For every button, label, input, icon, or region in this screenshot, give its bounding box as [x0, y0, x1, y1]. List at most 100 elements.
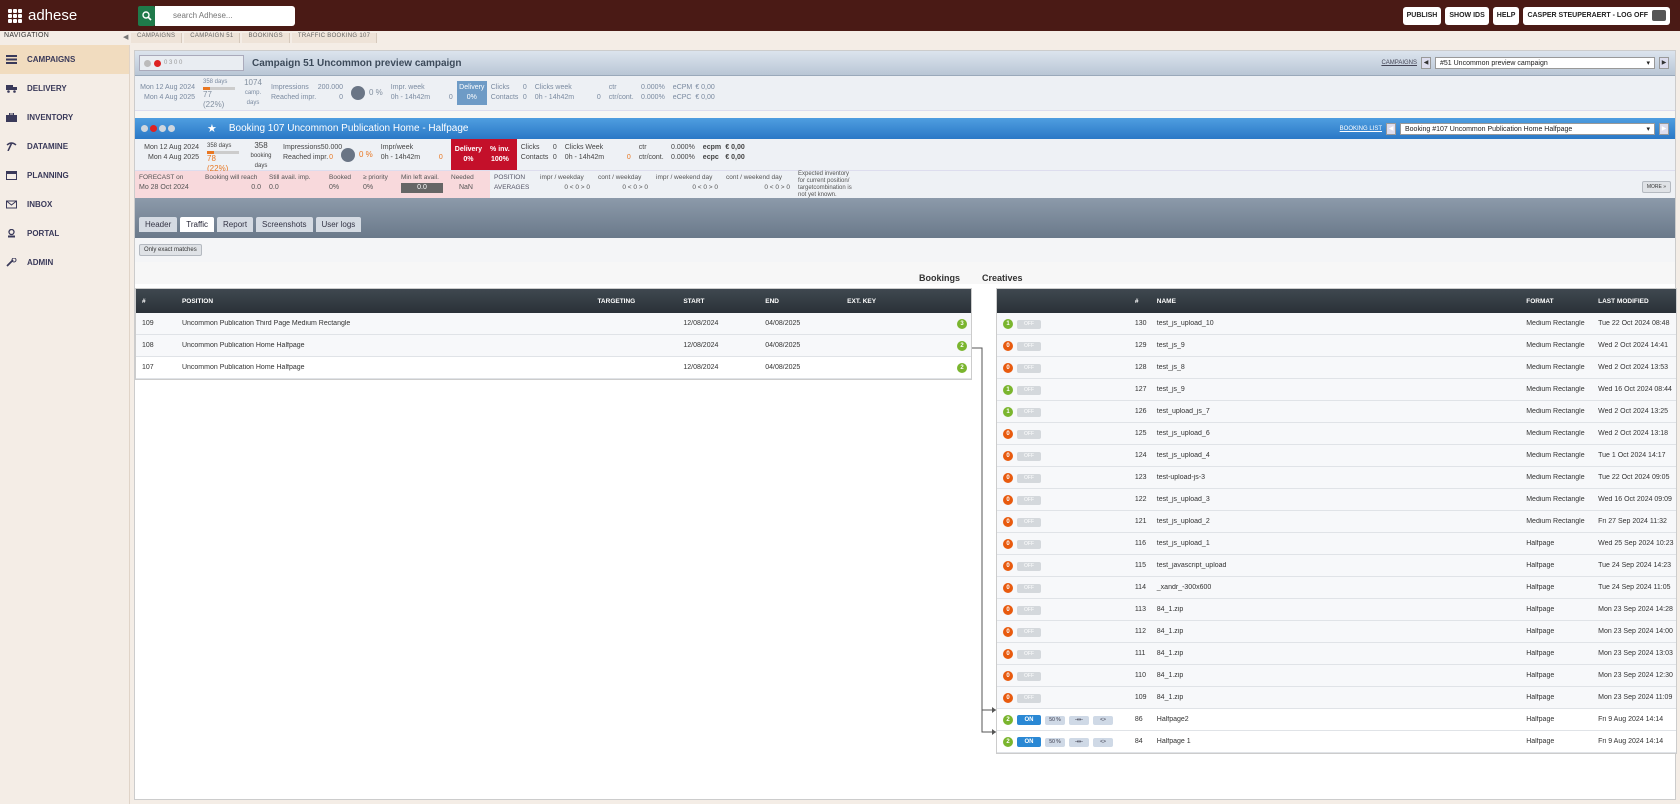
table-row[interactable]: 0 OFF 122 test_js_upload_3 Medium Rectangle W…: [997, 489, 1676, 511]
tab-screenshots[interactable]: Screenshots: [256, 216, 313, 232]
show-ids-button[interactable]: SHOW IDS: [1445, 7, 1489, 25]
next-campaign-button[interactable]: ▶: [1659, 57, 1669, 69]
on-off-toggle[interactable]: OFF: [1017, 671, 1041, 681]
tab-header[interactable]: Header: [139, 216, 178, 232]
col-name[interactable]: NAME: [1151, 298, 1520, 305]
on-off-toggle[interactable]: OFF: [1017, 341, 1041, 351]
tab-traffic[interactable]: Traffic: [180, 216, 215, 232]
search-button[interactable]: [138, 5, 155, 26]
table-row[interactable]: 0 OFF 123 test-upload-js-3 Medium Rectangle T…: [997, 467, 1676, 489]
col-start[interactable]: START: [677, 298, 759, 305]
collapse-nav-icon[interactable]: ◀: [123, 33, 128, 41]
more-button[interactable]: MORE »: [1641, 181, 1671, 193]
exact-matches-toggle[interactable]: Only exact matches: [139, 244, 202, 256]
on-off-toggle[interactable]: OFF: [1017, 539, 1041, 549]
publish-button[interactable]: PUBLISH: [1402, 7, 1442, 25]
col-targeting[interactable]: TARGETING: [591, 298, 677, 305]
code-icon[interactable]: <>: [1093, 737, 1113, 747]
table-row[interactable]: 0 OFF 114 _xandr_-300x600 Halfpage Tue 24 Sep…: [997, 577, 1676, 599]
on-off-toggle[interactable]: OFF: [1017, 319, 1041, 329]
on-off-toggle[interactable]: OFF: [1017, 451, 1041, 461]
col-id[interactable]: #: [136, 298, 176, 305]
table-row[interactable]: 1 OFF 130 test_js_upload_10 Medium Rectangle…: [997, 313, 1676, 335]
prev-booking-button[interactable]: ◀: [1386, 122, 1396, 135]
on-off-toggle[interactable]: OFF: [1017, 649, 1041, 659]
col-last-modified[interactable]: LAST MODIFIED: [1592, 298, 1676, 305]
weight-button[interactable]: 50 %: [1045, 737, 1065, 747]
table-row[interactable]: 0 OFF 110 84_1.zip Halfpage Mon 23 Sep 2024 1…: [997, 665, 1676, 687]
help-button[interactable]: HELP: [1492, 7, 1520, 25]
booking-select[interactable]: Booking #107 Uncommon Publication Home H…: [1400, 122, 1655, 135]
on-off-toggle[interactable]: OFF: [1017, 517, 1041, 527]
campaign-select[interactable]: #51 Uncommon preview campaign ▾: [1435, 57, 1655, 69]
col-id[interactable]: #: [1129, 298, 1151, 305]
table-row[interactable]: 0 OFF 124 test_js_upload_4 Medium Rectangle T…: [997, 445, 1676, 467]
nav-item-admin[interactable]: ADMIN: [0, 248, 129, 277]
prev-campaign-button[interactable]: ◀: [1421, 57, 1431, 69]
code-icon[interactable]: <>: [1093, 715, 1113, 725]
booking-list-link[interactable]: BOOKING LIST: [1340, 126, 1382, 132]
campaign-controls[interactable]: 0 3 0 0: [139, 55, 244, 71]
table-row[interactable]: 0 OFF 111 84_1.zip Halfpage Mon 23 Sep 2024 1…: [997, 643, 1676, 665]
table-row[interactable]: 0 OFF 129 test_js_9 Medium Rectangle Wed 2 Oc…: [997, 335, 1676, 357]
nav-item-planning[interactable]: PLANNING: [0, 161, 129, 190]
table-row[interactable]: 1 OFF 127 test_js_9 Medium Rectangle Wed 16 O…: [997, 379, 1676, 401]
weight-button[interactable]: 50 %: [1045, 715, 1065, 725]
on-off-toggle[interactable]: OFF: [1017, 495, 1041, 505]
on-off-toggle[interactable]: ON: [1017, 736, 1041, 747]
table-row[interactable]: 2 ON 50 % ⇥⇤ <> 84 Halfpage 1 Halfpage Fri 9 Aug…: [997, 731, 1676, 753]
booking-controls[interactable]: [141, 125, 175, 132]
nav-item-portal[interactable]: PORTAL: [0, 219, 129, 248]
tab-bar: Header Traffic Report Screenshots User l…: [135, 198, 1675, 238]
table-row[interactable]: 0 OFF 116 test_js_upload_1 Halfpage Wed 25 Se…: [997, 533, 1676, 555]
table-row[interactable]: 0 OFF 113 84_1.zip Halfpage Mon 23 Sep 2024 1…: [997, 599, 1676, 621]
tab-report[interactable]: Report: [217, 216, 254, 232]
table-row[interactable]: 0 OFF 112 84_1.zip Halfpage Mon 23 Sep 2024 1…: [997, 621, 1676, 643]
logoff-button[interactable]: CASPER STEUPERAERT - LOG OFF: [1523, 7, 1670, 25]
adhese-logo[interactable]: adhese: [8, 7, 128, 24]
nav-item-inbox[interactable]: INBOX: [0, 190, 129, 219]
table-row[interactable]: 0 OFF 109 84_1.zip Halfpage Mon 23 Sep 2024 1…: [997, 687, 1676, 709]
on-off-toggle[interactable]: OFF: [1017, 605, 1041, 615]
swap-icon[interactable]: ⇥⇤: [1069, 737, 1089, 747]
on-off-toggle[interactable]: OFF: [1017, 407, 1041, 417]
table-row[interactable]: 2 ON 50 % ⇥⇤ <> 86 Halfpage2 Halfpage Fri 9 Aug …: [997, 709, 1676, 731]
swap-icon[interactable]: ⇥⇤: [1069, 715, 1089, 725]
on-off-toggle[interactable]: OFF: [1017, 473, 1041, 483]
nav-item-inventory[interactable]: INVENTORY: [0, 103, 129, 132]
on-off-toggle[interactable]: OFF: [1017, 583, 1041, 593]
campaigns-link[interactable]: CAMPAIGNS: [1381, 60, 1417, 66]
table-row[interactable]: 0 OFF 125 test_js_upload_6 Medium Rectangle W…: [997, 423, 1676, 445]
table-row[interactable]: 109 Uncommon Publication Third Page Mediu…: [136, 313, 971, 335]
col-position[interactable]: POSITION: [176, 298, 591, 305]
on-off-toggle[interactable]: ON: [1017, 714, 1041, 725]
col-format[interactable]: FORMAT: [1520, 298, 1592, 305]
table-row[interactable]: 0 OFF 121 test_js_upload_2 Medium Rectangle F…: [997, 511, 1676, 533]
on-off-toggle[interactable]: OFF: [1017, 693, 1041, 703]
next-booking-button[interactable]: ▶: [1659, 122, 1669, 135]
table-row[interactable]: 0 OFF 115 test_javascript_upload Halfpage Tue…: [997, 555, 1676, 577]
breadcrumb-traffic[interactable]: TRAFFIC BOOKING 107: [291, 33, 378, 43]
on-off-toggle[interactable]: OFF: [1017, 363, 1041, 373]
nav-item-datamine[interactable]: DATAMINE: [0, 132, 129, 161]
nav-item-delivery[interactable]: DELIVERY: [0, 74, 129, 103]
link-count-badge: 0: [1003, 560, 1013, 571]
on-off-toggle[interactable]: OFF: [1017, 561, 1041, 571]
search-input[interactable]: [155, 5, 295, 26]
tab-user-logs[interactable]: User logs: [315, 216, 362, 232]
breadcrumb-campaign-51[interactable]: CAMPAIGN 51: [184, 33, 241, 43]
on-off-toggle[interactable]: OFF: [1017, 627, 1041, 637]
table-row[interactable]: 107 Uncommon Publication Home Halfpage 12/…: [136, 357, 971, 379]
breadcrumb-bookings[interactable]: BOOKINGS: [242, 33, 290, 43]
breadcrumb-campaigns[interactable]: CAMPAIGNS: [131, 33, 183, 43]
nav-item-campaigns[interactable]: CAMPAIGNS: [0, 45, 129, 74]
table-row[interactable]: 0 OFF 128 test_js_8 Medium Rectangle Wed 2 Oc…: [997, 357, 1676, 379]
on-off-toggle[interactable]: OFF: [1017, 429, 1041, 439]
col-end[interactable]: END: [759, 298, 841, 305]
table-row[interactable]: 1 OFF 126 test_upload_js_7 Medium Rectangle W…: [997, 401, 1676, 423]
booking-clicks: 0: [552, 144, 557, 151]
on-off-toggle[interactable]: OFF: [1017, 385, 1041, 395]
table-row[interactable]: 108 Uncommon Publication Home Halfpage 12/…: [136, 335, 971, 357]
col-ext-key[interactable]: EXT. KEY: [841, 298, 971, 305]
star-icon[interactable]: ★: [207, 122, 217, 135]
